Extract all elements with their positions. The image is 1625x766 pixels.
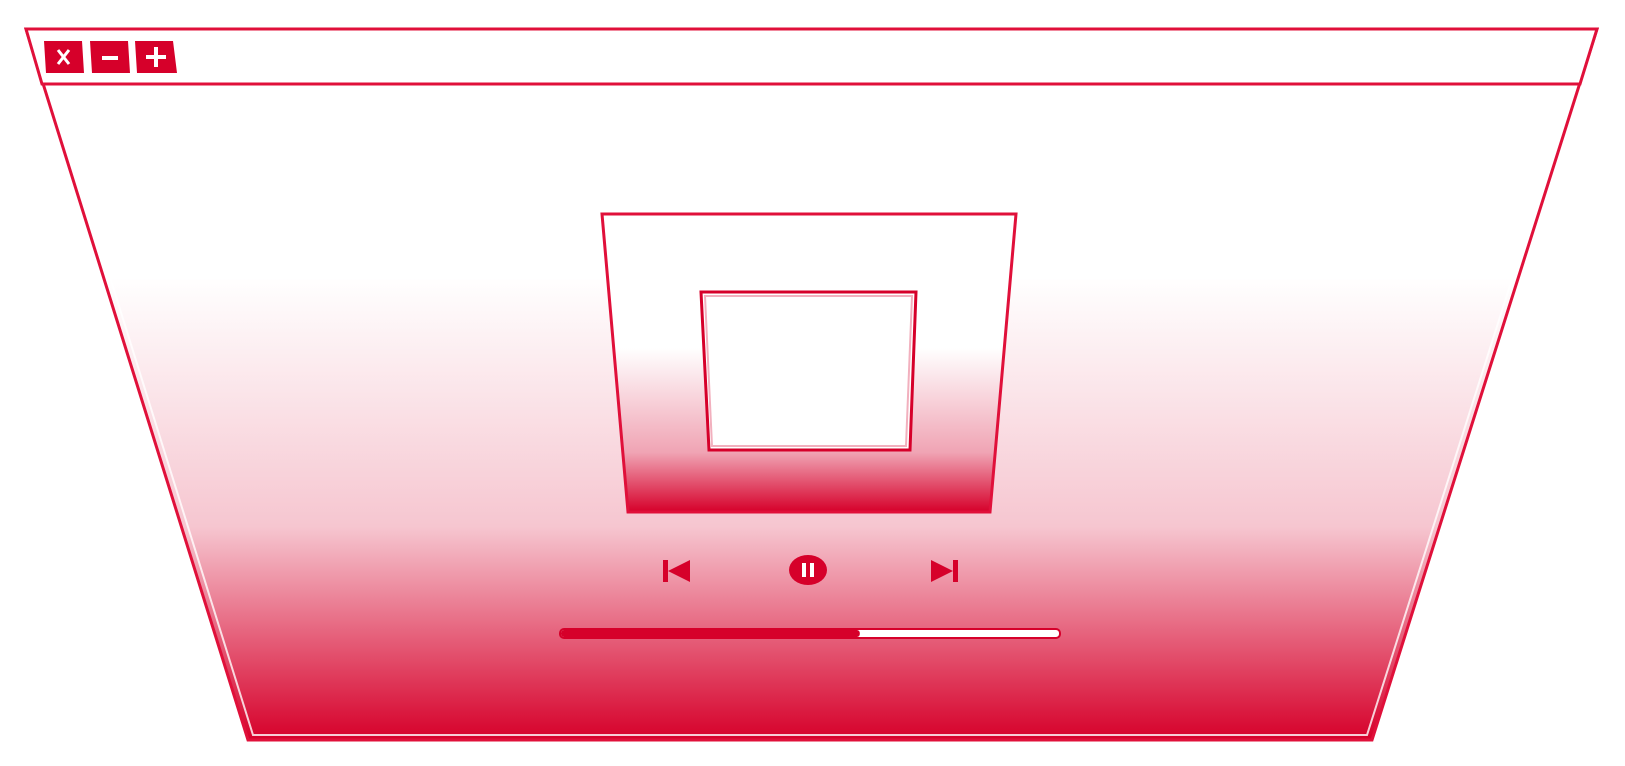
album-art (699, 290, 918, 452)
pause-icon (789, 555, 827, 585)
skip-next-icon (931, 560, 958, 582)
window-frame (23, 27, 1600, 742)
close-button[interactable] (42, 39, 86, 75)
minimize-button[interactable] (88, 39, 132, 75)
title-bar (24, 27, 1600, 86)
progress-fill (561, 630, 860, 637)
previous-button[interactable] (659, 556, 695, 586)
music-player-window (0, 0, 1625, 762)
maximize-button[interactable] (133, 39, 179, 75)
progress-bar[interactable] (559, 628, 1061, 639)
skip-previous-icon (663, 560, 690, 582)
pause-button[interactable] (787, 553, 829, 587)
next-button[interactable] (926, 556, 962, 586)
